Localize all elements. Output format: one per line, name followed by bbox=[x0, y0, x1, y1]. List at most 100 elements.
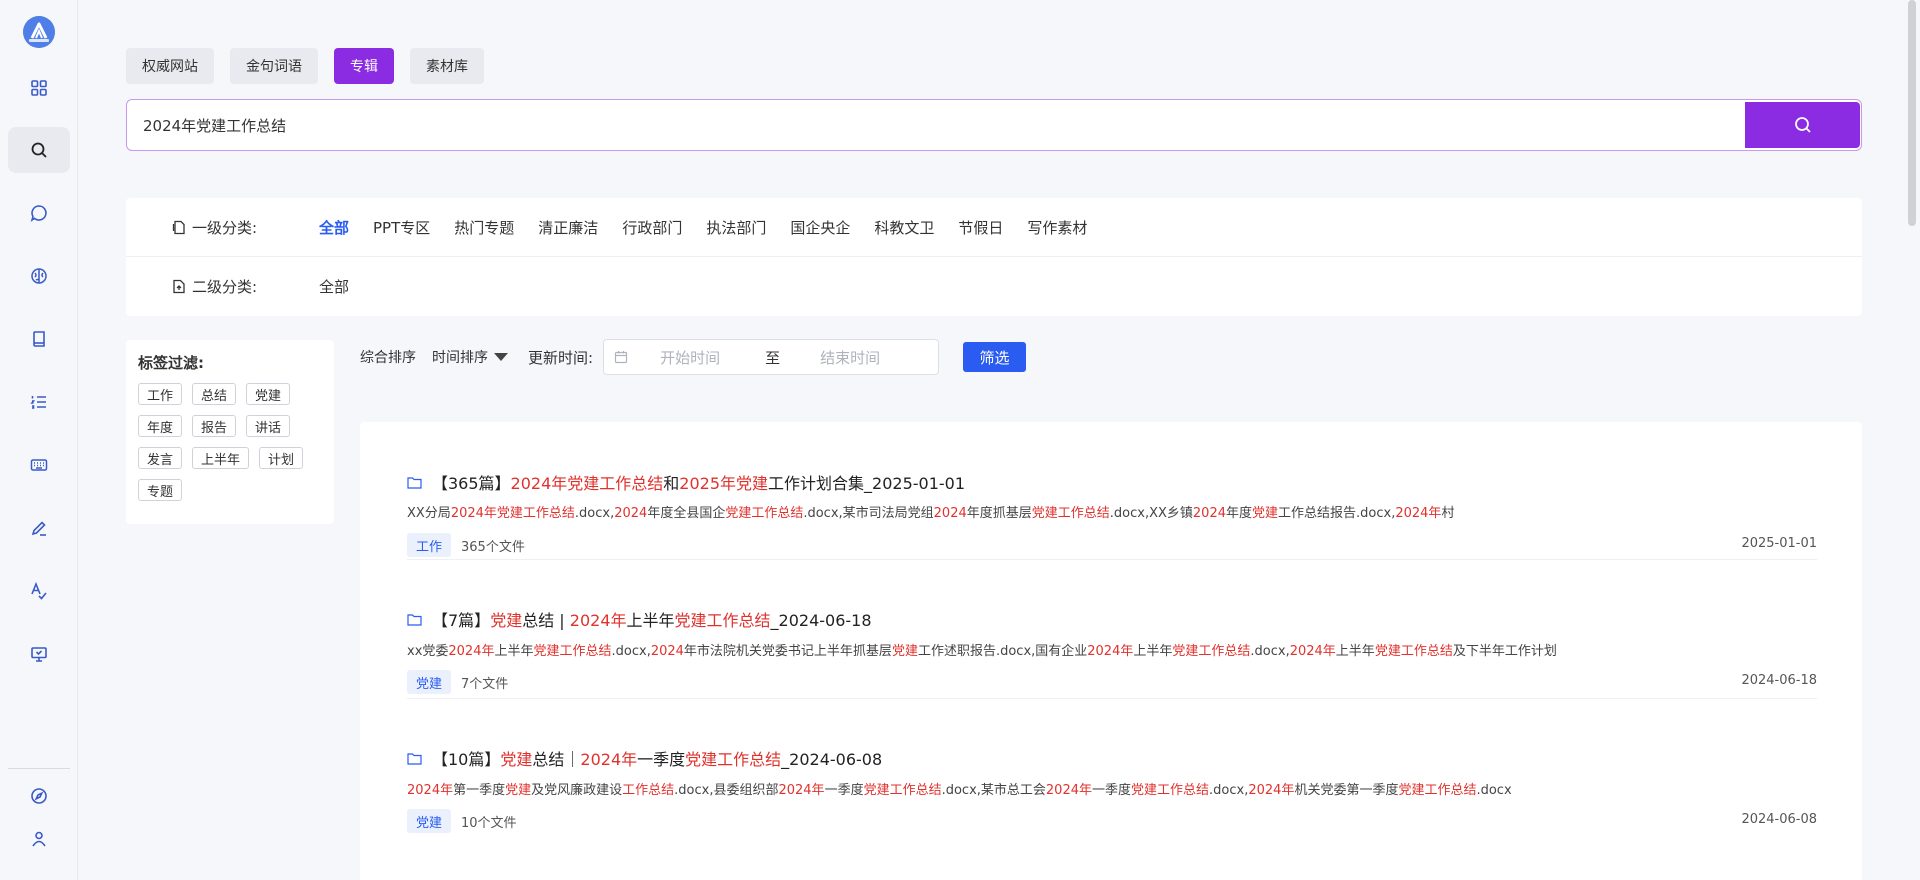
category-writing-material[interactable]: 写作素材 bbox=[1027, 217, 1087, 238]
sidebar-item-explore[interactable] bbox=[8, 773, 70, 819]
result-description: 2024年第一季度党建及党风廉政建设工作总结.docx,县委组织部2024年一季… bbox=[407, 779, 1512, 798]
text-segment: .docx, bbox=[1250, 644, 1290, 659]
sidebar-item-presentation[interactable] bbox=[8, 631, 70, 677]
sidebar-divider bbox=[8, 768, 70, 769]
result-title[interactable]: 【7篇】党建总结 | 2024年上半年党建工作总结_2024-06-18 bbox=[407, 607, 872, 631]
tag-statement[interactable]: 发言 bbox=[138, 447, 183, 469]
tab-albums[interactable]: 专辑 bbox=[334, 48, 394, 84]
text-segment: .docx, bbox=[1209, 783, 1249, 798]
category-law-enforcement[interactable]: 执法部门 bbox=[706, 217, 766, 238]
tag-first-half[interactable]: 上半年 bbox=[192, 447, 250, 469]
sort-general[interactable]: 综合排序 bbox=[360, 347, 416, 367]
sidebar-item-search[interactable] bbox=[8, 127, 70, 173]
sidebar-item-spellcheck[interactable] bbox=[8, 568, 70, 614]
result-file-count: 7个文件 bbox=[461, 676, 509, 692]
tab-material-library[interactable]: 素材库 bbox=[410, 48, 484, 84]
start-date-input[interactable]: 开始时间 bbox=[660, 347, 720, 368]
result-tag[interactable]: 党建 bbox=[407, 670, 452, 694]
sidebar-item-user[interactable] bbox=[8, 816, 70, 862]
text-segment: XX分局 bbox=[407, 506, 451, 521]
category-ppt[interactable]: PPT专区 bbox=[373, 217, 430, 238]
result-item[interactable]: 【7篇】党建总结 | 2024年上半年党建工作总结_2024-06-18 xx党… bbox=[407, 561, 1817, 699]
tab-authority-sites[interactable]: 权威网站 bbox=[126, 48, 214, 84]
highlight-text: 党建工作总结 bbox=[863, 783, 942, 798]
category-administrative[interactable]: 行政部门 bbox=[622, 217, 682, 238]
subcategory-all[interactable]: 全部 bbox=[319, 276, 349, 297]
highlight-text: 党建工作总结 bbox=[674, 611, 771, 630]
text-segment: 工作述职报告.docx,国有企业 bbox=[917, 644, 1088, 659]
text-segment: xx党委 bbox=[407, 644, 449, 659]
folder-icon bbox=[407, 613, 422, 626]
sidebar-item-keyboard[interactable] bbox=[8, 442, 70, 488]
text-segment: 工作总结报告.docx, bbox=[1278, 506, 1396, 521]
highlight-text: 党建工作总结 bbox=[1031, 506, 1110, 521]
compass-icon bbox=[31, 788, 47, 804]
date-range-picker[interactable]: 开始时间 至 结束时间 bbox=[603, 339, 940, 375]
tag-plan[interactable]: 计划 bbox=[259, 447, 304, 469]
result-title-text: 【10篇】党建总结｜2024年一季度党建工作总结_2024-06-08 bbox=[432, 746, 882, 770]
presentation-icon bbox=[31, 647, 47, 662]
result-title[interactable]: 【10篇】党建总结｜2024年一季度党建工作总结_2024-06-08 bbox=[407, 746, 882, 770]
sidebar-item-brain[interactable] bbox=[8, 253, 70, 299]
tag-speech[interactable]: 讲话 bbox=[246, 415, 291, 437]
category-hot-topics[interactable]: 热门专题 bbox=[454, 217, 514, 238]
sidebar-item-write[interactable] bbox=[8, 505, 70, 551]
sort-by-time[interactable]: 时间排序 bbox=[432, 347, 508, 367]
highlight-text: 2024年 bbox=[1289, 644, 1336, 659]
text-segment: 年度抓基层 bbox=[966, 506, 1032, 521]
tag-list: 工作 总结 党建 年度 报告 讲话 发言 上半年 计划 专题 bbox=[138, 383, 328, 501]
highlight-text: 党建工作总结 bbox=[725, 506, 804, 521]
category-science-culture[interactable]: 科教文卫 bbox=[874, 217, 934, 238]
level1-label: 一级分类: bbox=[172, 217, 257, 238]
result-tag[interactable]: 党建 bbox=[407, 809, 452, 833]
result-description: XX分局2024年党建工作总结.docx,2024年度全县国企党建工作总结.do… bbox=[407, 502, 1454, 521]
sidebar-item-list[interactable] bbox=[8, 379, 70, 425]
highlight-text: 党建工作总结 bbox=[533, 644, 612, 659]
text-segment: .docx, bbox=[574, 506, 615, 521]
end-date-input[interactable]: 结束时间 bbox=[820, 347, 880, 368]
result-item[interactable]: 【10篇】党建总结｜2024年一季度党建工作总结_2024-06-08 2024… bbox=[407, 700, 1817, 838]
app-logo[interactable] bbox=[23, 16, 55, 48]
tag-work[interactable]: 工作 bbox=[138, 383, 183, 405]
category-holidays[interactable]: 节假日 bbox=[958, 217, 1003, 238]
highlight-text: 党建 bbox=[891, 644, 918, 659]
tag-summary[interactable]: 总结 bbox=[192, 383, 237, 405]
category-all[interactable]: 全部 bbox=[319, 217, 349, 238]
sidebar-item-chat[interactable] bbox=[8, 190, 70, 236]
spell-check-icon bbox=[31, 581, 47, 600]
search-icon bbox=[31, 142, 47, 158]
text-segment: .docx,某市总工会 bbox=[941, 783, 1046, 798]
text-segment: 上半年 bbox=[494, 644, 534, 659]
sidebar-item-apps[interactable] bbox=[8, 65, 70, 111]
result-title-text: 【365篇】2024年党建工作总结和2025年党建工作计划合集_2025-01-… bbox=[432, 470, 965, 494]
result-meta: 党建 10个文件 bbox=[407, 809, 517, 833]
highlight-text: 2024年 bbox=[407, 783, 454, 798]
result-tag[interactable]: 工作 bbox=[407, 533, 452, 557]
result-file-count: 365个文件 bbox=[461, 539, 525, 555]
pen-icon bbox=[31, 521, 46, 536]
result-item[interactable]: 【365篇】2024年党建工作总结和2025年党建工作计划合集_2025-01-… bbox=[407, 422, 1817, 560]
tag-special-topic[interactable]: 专题 bbox=[138, 479, 183, 501]
sidebar-item-book[interactable] bbox=[8, 316, 70, 362]
highlight-text: 2024 bbox=[1192, 506, 1226, 521]
page-scrollbar[interactable] bbox=[1908, 0, 1916, 226]
highlight-text: 2024年党建工作总结 bbox=[450, 506, 575, 521]
text-segment: 和 bbox=[663, 474, 680, 493]
calendar-icon bbox=[614, 351, 628, 364]
tag-report[interactable]: 报告 bbox=[192, 415, 237, 437]
category-integrity[interactable]: 清正廉洁 bbox=[538, 217, 598, 238]
tab-quotes[interactable]: 金句词语 bbox=[230, 48, 318, 84]
grid-icon bbox=[31, 80, 47, 96]
text-segment: 上半年 bbox=[626, 611, 675, 630]
category-state-enterprise[interactable]: 国企央企 bbox=[790, 217, 850, 238]
filter-button[interactable]: 筛选 bbox=[963, 342, 1027, 372]
result-title[interactable]: 【365篇】2024年党建工作总结和2025年党建工作计划合集_2025-01-… bbox=[407, 470, 965, 494]
search-icon bbox=[1794, 117, 1811, 133]
search-button[interactable] bbox=[1745, 102, 1860, 148]
text-segment: 第一季度 bbox=[453, 783, 506, 798]
result-divider bbox=[407, 698, 1817, 699]
text-segment: _2024-06-08 bbox=[781, 750, 883, 769]
tag-annual[interactable]: 年度 bbox=[138, 415, 183, 437]
search-input[interactable] bbox=[143, 100, 1643, 150]
tag-party-building[interactable]: 党建 bbox=[246, 383, 291, 405]
